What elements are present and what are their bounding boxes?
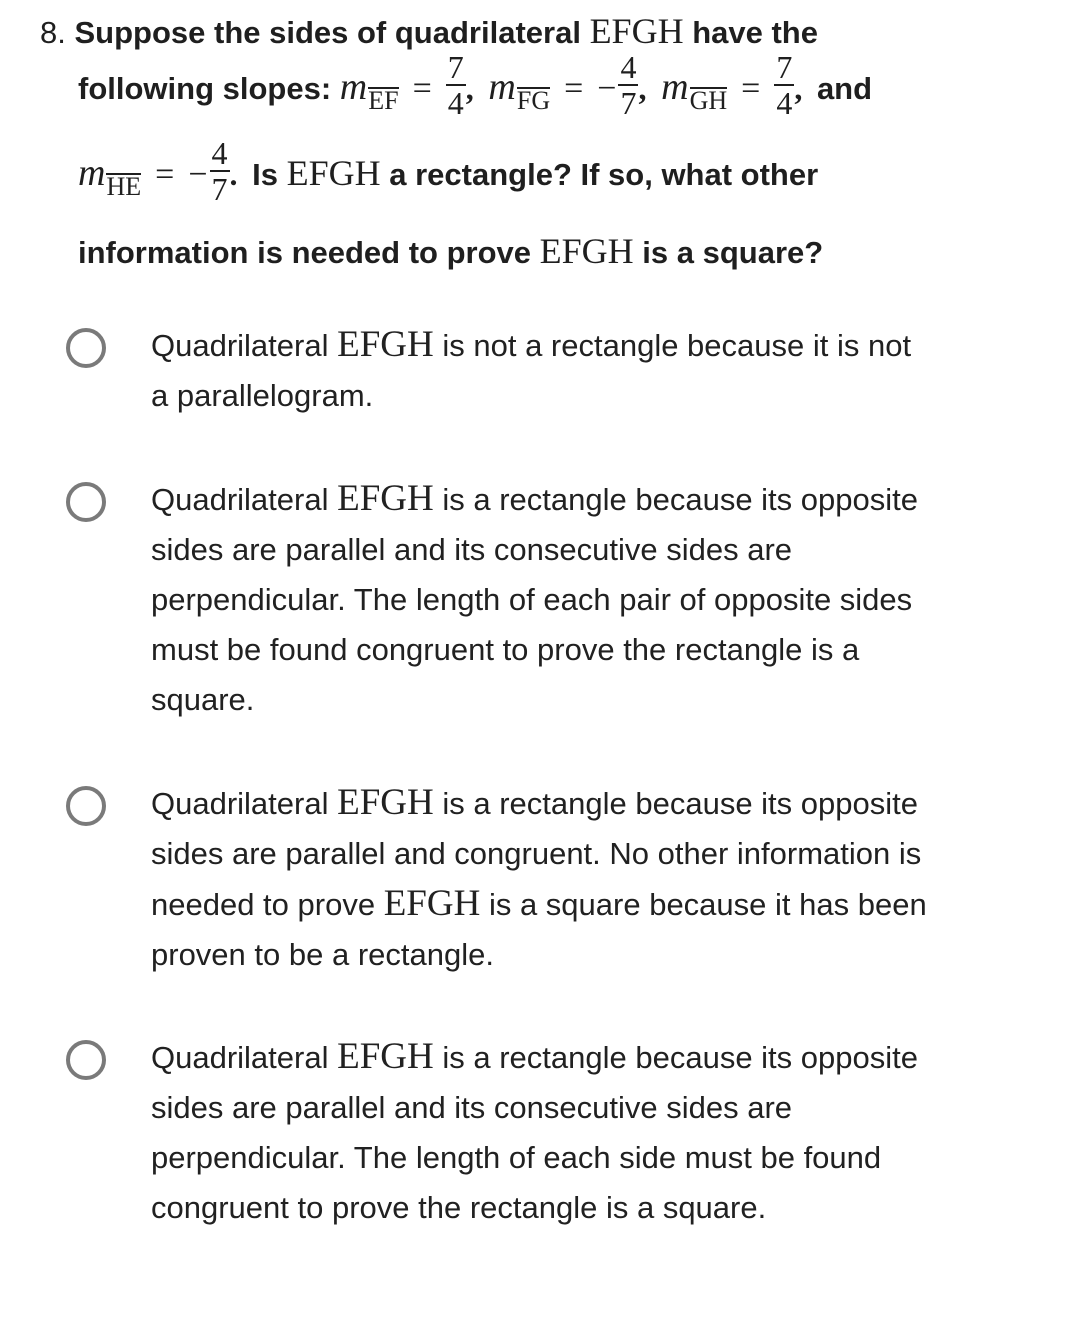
question-text: a rectangle? If so, what other <box>389 157 819 193</box>
numerator: 4 <box>209 135 230 172</box>
fraction: 47 <box>209 135 230 207</box>
separator: . <box>229 156 238 193</box>
option-line: proven to be a rectangle. <box>151 937 494 972</box>
option-prefix: Quadrilateral <box>151 482 329 517</box>
shape-name: EFGH <box>286 153 381 194</box>
slope-symbol: m <box>661 66 689 109</box>
denominator: 7 <box>211 171 228 207</box>
question-text: Suppose the sides of quadrilateral <box>74 15 581 50</box>
numerator: 4 <box>618 49 639 86</box>
question-text: is a square? <box>642 235 824 270</box>
radio-button-b[interactable] <box>66 482 106 522</box>
shape-name: EFGH <box>337 478 434 519</box>
fraction: 47 <box>618 49 639 121</box>
fraction: 74 <box>445 49 466 121</box>
option-line-rest: is a rectangle because its opposite <box>442 786 918 821</box>
slope-symbol: m <box>78 152 106 195</box>
option-line-rest: is a rectangle because its opposite <box>442 1040 918 1075</box>
option-line: congruent to prove the rectangle is a sq… <box>151 1190 767 1225</box>
numerator: 7 <box>774 49 795 86</box>
question-text: have the <box>692 15 818 50</box>
fraction: 74 <box>774 49 795 121</box>
option-prefix: needed to prove <box>151 887 376 922</box>
option-line: sides are parallel and its consecutive s… <box>151 1090 793 1125</box>
denominator: 7 <box>620 85 637 121</box>
equals-sign: = <box>412 70 432 108</box>
option-line: Quadrilateral EFGH is a rectangle becaus… <box>151 474 1041 525</box>
shape-name: EFGH <box>337 782 434 823</box>
option-line: perpendicular. The length of each side m… <box>151 1140 882 1175</box>
question-line-4: information is needed to prove EFGH is a… <box>78 230 823 272</box>
separator: , <box>638 70 647 107</box>
option-text: Quadrilateral EFGH is not a rectangle be… <box>151 320 1041 421</box>
equals-sign: = <box>741 70 761 108</box>
question-line-3: mHE = −4 7. Is EFGH a rectangle? If so, wha… <box>78 136 819 212</box>
segment-label: GH <box>689 86 728 116</box>
option-line: perpendicular. The length of each pair o… <box>151 582 913 617</box>
option-line: Quadrilateral EFGH is a rectangle becaus… <box>151 1032 1041 1083</box>
question-text: Is <box>252 157 278 193</box>
option-line: a parallelogram. <box>151 378 374 413</box>
minus-sign: − <box>188 156 208 194</box>
denominator: 4 <box>776 85 793 121</box>
segment-label: FG <box>516 86 551 116</box>
minus-sign: − <box>597 70 617 108</box>
radio-button-c[interactable] <box>66 786 106 826</box>
option-text: Quadrilateral EFGH is a rectangle becaus… <box>151 1032 1041 1233</box>
option-line: sides are parallel and congruent. No oth… <box>151 836 922 871</box>
option-text: Quadrilateral EFGH is a rectangle becaus… <box>151 778 1041 980</box>
option-prefix: Quadrilateral <box>151 328 329 363</box>
question-text: following slopes: <box>78 71 332 107</box>
option-line: Quadrilateral EFGH is not a rectangle be… <box>151 320 1041 371</box>
denominator: 4 <box>447 85 464 121</box>
numerator: 7 <box>445 49 466 86</box>
segment-label: HE <box>106 172 142 202</box>
shape-name: EFGH <box>539 231 634 271</box>
question-number: 8. <box>40 15 66 50</box>
option-line: sides are parallel and its consecutive s… <box>151 532 793 567</box>
question-line-1: 8. Suppose the sides of quadrilateral EF… <box>40 10 818 52</box>
radio-button-d[interactable] <box>66 1040 106 1080</box>
question-line-2: following slopes: mEF = 7 4, mFG = −4 7, mGH = 7… <box>78 50 873 126</box>
option-line-rest: is not a rectangle because it is not <box>442 328 912 363</box>
option-line: Quadrilateral EFGH is a rectangle becaus… <box>151 778 1041 829</box>
option-text: Quadrilateral EFGH is a rectangle becaus… <box>151 474 1041 725</box>
option-prefix: Quadrilateral <box>151 1040 329 1075</box>
slope-symbol: m <box>488 66 516 109</box>
slope-gh: mGH = 7 4, <box>661 50 817 120</box>
and-word: and <box>816 71 873 107</box>
option-line-rest: is a rectangle because its opposite <box>442 482 918 517</box>
separator: , <box>465 70 474 107</box>
option-line: needed to prove EFGH is a square because… <box>151 879 1041 930</box>
equals-sign: = <box>155 156 175 194</box>
slope-ef: mEF = 7 4, <box>340 50 489 120</box>
shape-name: EFGH <box>589 11 684 51</box>
option-line: square. <box>151 682 255 717</box>
radio-button-a[interactable] <box>66 328 106 368</box>
shape-name: EFGH <box>337 324 434 365</box>
shape-name: EFGH <box>383 883 481 924</box>
shape-name: EFGH <box>337 1036 434 1077</box>
question-text: information is needed to prove <box>78 235 531 270</box>
segment-label: EF <box>368 86 399 116</box>
slope-he: mHE = −4 7. <box>78 136 252 206</box>
option-line: must be found congruent to prove the rec… <box>151 632 860 667</box>
equals-sign: = <box>564 70 584 108</box>
slope-symbol: m <box>339 66 368 109</box>
option-prefix: Quadrilateral <box>151 786 329 821</box>
separator: , <box>794 70 803 107</box>
slope-fg: mFG = −4 7, <box>488 50 661 120</box>
option-line-rest: is a square because it has been <box>488 887 927 922</box>
